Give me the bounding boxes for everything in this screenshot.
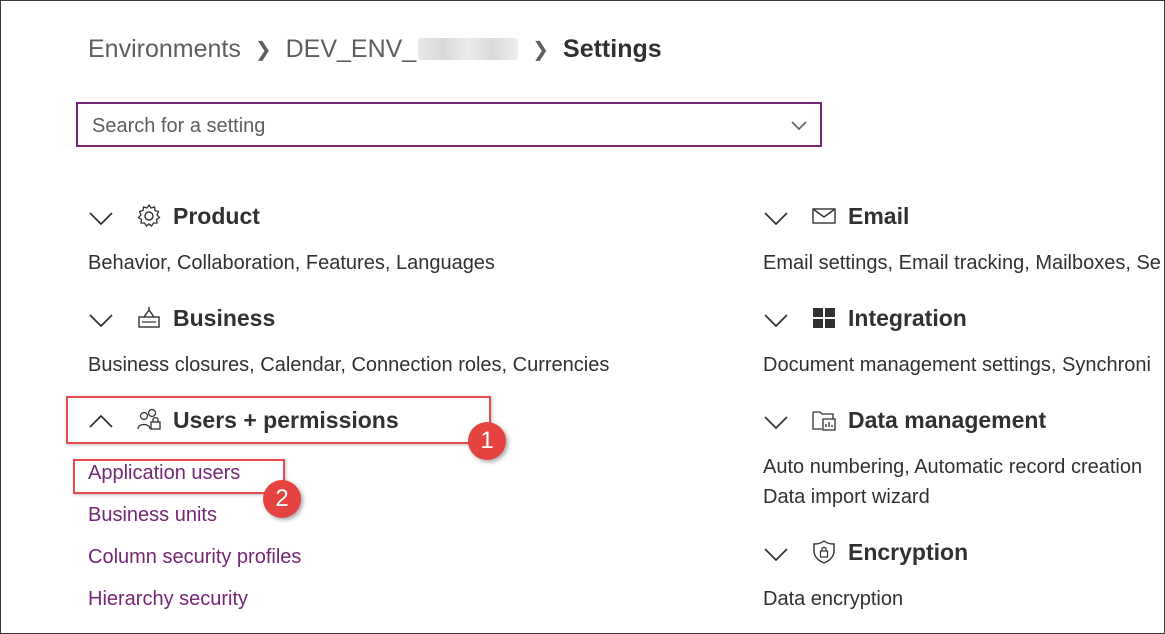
settings-search-box[interactable] xyxy=(76,102,822,147)
link-column-security-profiles[interactable]: Column security profiles xyxy=(88,546,301,569)
section-data-management[interactable]: Data management xyxy=(763,405,1163,439)
section-title-product: Product xyxy=(173,203,260,229)
section-product[interactable]: Product xyxy=(88,201,488,235)
chevron-down-icon[interactable] xyxy=(763,307,789,333)
section-description-integration: Document management settings, Synchroni xyxy=(763,354,1151,376)
chevron-right-icon: ❯ xyxy=(254,38,272,61)
section-description-business: Business closures, Calendar, Connection … xyxy=(88,354,610,376)
section-encryption[interactable]: Encryption xyxy=(763,537,1163,571)
section-title-integration: Integration xyxy=(848,305,967,331)
section-title-email: Email xyxy=(848,203,910,229)
section-description-data-management-line2: Data import wizard xyxy=(763,486,930,508)
section-description-product: Behavior, Collaboration, Features, Langu… xyxy=(88,252,495,274)
section-description-email: Email settings, Email tracking, Mailboxe… xyxy=(763,252,1161,274)
link-business-units[interactable]: Business units xyxy=(88,504,217,527)
section-title-encryption: Encryption xyxy=(848,539,969,565)
callout-highlight-users-permissions xyxy=(66,396,491,444)
gear-icon xyxy=(137,203,161,227)
section-business[interactable]: Business xyxy=(88,303,488,337)
breadcrumb-environment[interactable]: DEV_ENV_ xyxy=(286,35,417,63)
callout-highlight-application-users xyxy=(73,459,285,494)
breadcrumb: Environments ❯ DEV_ENV_ ❯ Settings xyxy=(88,34,662,64)
redacted-environment-id xyxy=(418,38,519,61)
link-hierarchy-security[interactable]: Hierarchy security xyxy=(88,588,248,611)
breadcrumb-environments[interactable]: Environments xyxy=(88,35,241,63)
chevron-down-icon[interactable] xyxy=(763,409,789,435)
chevron-right-icon: ❯ xyxy=(532,38,550,61)
callout-badge-1: 1 xyxy=(468,422,506,460)
settings-page: Environments ❯ DEV_ENV_ ❯ Settings Product B… xyxy=(0,0,1165,634)
windows-icon xyxy=(813,308,835,328)
chevron-down-icon[interactable] xyxy=(763,205,789,231)
callout-badge-2: 2 xyxy=(263,480,301,518)
section-description-data-management: Auto numbering, Automatic record creatio… xyxy=(763,456,1143,478)
business-icon xyxy=(138,307,160,328)
chevron-down-icon[interactable] xyxy=(88,307,114,333)
breadcrumb-settings: Settings xyxy=(563,34,662,63)
chevron-down-icon[interactable] xyxy=(763,541,789,567)
section-integration[interactable]: Integration xyxy=(763,303,1163,337)
section-description-encryption: Data encryption xyxy=(763,588,904,610)
chevron-down-icon[interactable] xyxy=(88,205,114,231)
data-management-icon xyxy=(812,411,836,431)
search-input[interactable] xyxy=(90,112,774,140)
section-email[interactable]: Email xyxy=(763,201,1163,235)
shield-icon xyxy=(813,540,835,564)
chevron-down-icon[interactable] xyxy=(790,116,808,134)
mail-icon xyxy=(812,208,836,224)
section-title-data-management: Data management xyxy=(848,407,1047,433)
section-title-business: Business xyxy=(173,305,276,331)
